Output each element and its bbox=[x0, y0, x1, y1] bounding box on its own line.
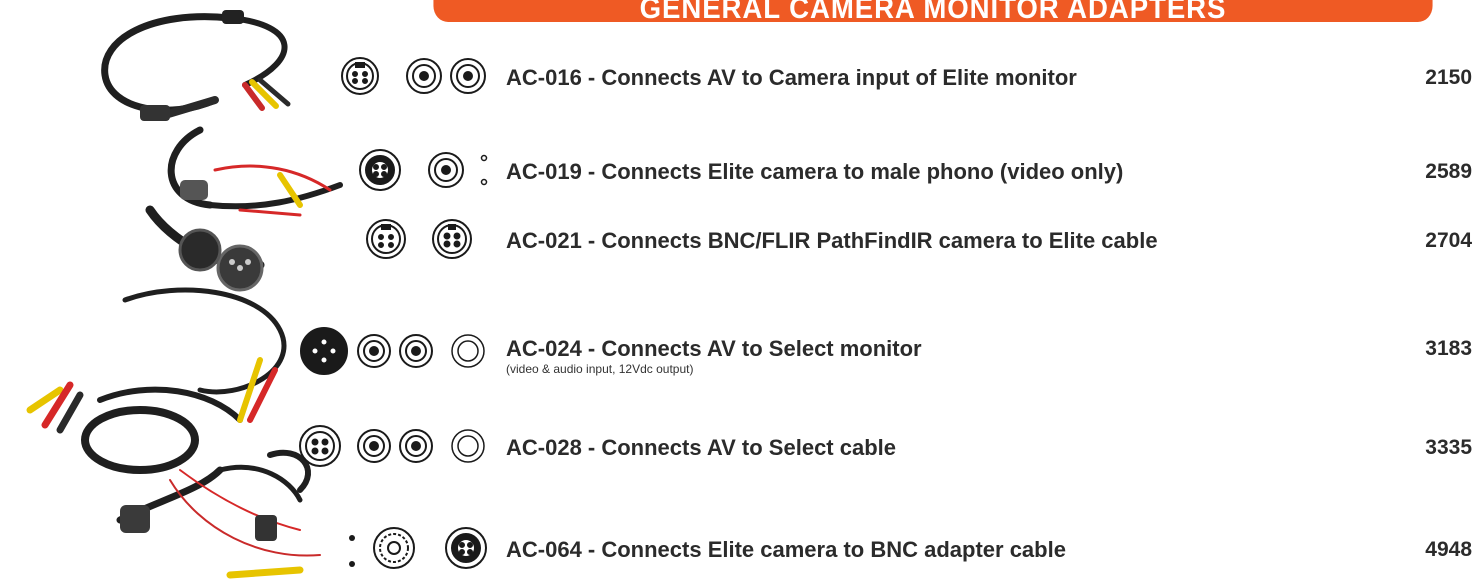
product-row-ac-019: AC-019 - Connects Elite camera to male p… bbox=[0, 146, 1478, 194]
product-price: 4948 bbox=[1425, 538, 1472, 561]
bnc-connector-icon bbox=[373, 527, 415, 569]
product-price: 3183 bbox=[1425, 337, 1472, 360]
solid-4pin-connector-icon bbox=[300, 327, 348, 375]
rca-jack-icon bbox=[399, 429, 433, 463]
product-title: AC-016 - Connects AV to Camera input of … bbox=[506, 65, 1077, 90]
power-dots-icon bbox=[480, 154, 488, 186]
product-row-ac-064: AC-064 - Connects Elite camera to BNC ad… bbox=[0, 524, 1478, 572]
connector-icons bbox=[300, 327, 485, 375]
aviation-4pin-icon bbox=[445, 527, 487, 569]
connector-icons bbox=[359, 149, 488, 191]
connector-icons bbox=[299, 425, 485, 467]
product-row-ac-028: AC-028 - Connects AV to Select cable 333… bbox=[0, 422, 1478, 470]
section-title: GENERAL CAMERA MONITOR ADAPTERS bbox=[639, 0, 1227, 22]
product-price: 3335 bbox=[1425, 436, 1472, 459]
connector-icons bbox=[349, 527, 487, 569]
section-banner: GENERAL CAMERA MONITOR ADAPTERS bbox=[433, 0, 1433, 22]
connector-icons bbox=[341, 57, 486, 95]
dc-plug-icon bbox=[451, 429, 485, 463]
product-row-ac-024: AC-024 - Connects AV to Select monitor (… bbox=[0, 327, 1478, 376]
product-row-ac-016: AC-016 - Connects AV to Camera input of … bbox=[0, 52, 1478, 100]
product-price: 2150 bbox=[1425, 66, 1472, 89]
product-price: 2589 bbox=[1425, 160, 1472, 183]
rca-jack-icon bbox=[399, 334, 433, 368]
product-subtitle: (video & audio input, 12Vdc output) bbox=[506, 362, 694, 376]
connector-icons bbox=[366, 219, 472, 259]
product-row-ac-021: AC-021 - Connects BNC/FLIR PathFindIR ca… bbox=[0, 215, 1478, 263]
pin-4-socket-icon bbox=[432, 219, 472, 259]
rca-jack-icon bbox=[357, 429, 391, 463]
product-price: 2704 bbox=[1425, 229, 1472, 252]
aviation-4pin-icon bbox=[359, 149, 401, 191]
minidin-4pin-icon bbox=[341, 57, 379, 95]
rca-jack-icon bbox=[406, 58, 442, 94]
rca-jack-icon bbox=[428, 152, 464, 188]
pin-4-socket-icon bbox=[299, 425, 341, 467]
minidin-4pin-icon bbox=[366, 219, 406, 259]
product-title: AC-024 - Connects AV to Select monitor bbox=[506, 336, 922, 361]
rca-jack-icon bbox=[450, 58, 486, 94]
product-title: AC-064 - Connects Elite camera to BNC ad… bbox=[506, 537, 1066, 562]
dc-plug-icon bbox=[451, 334, 485, 368]
rca-jack-icon bbox=[357, 334, 391, 368]
power-dots-icon bbox=[349, 535, 355, 567]
product-title: AC-021 - Connects BNC/FLIR PathFindIR ca… bbox=[506, 228, 1158, 253]
product-title: AC-028 - Connects AV to Select cable bbox=[506, 435, 896, 460]
product-title: AC-019 - Connects Elite camera to male p… bbox=[506, 159, 1124, 184]
